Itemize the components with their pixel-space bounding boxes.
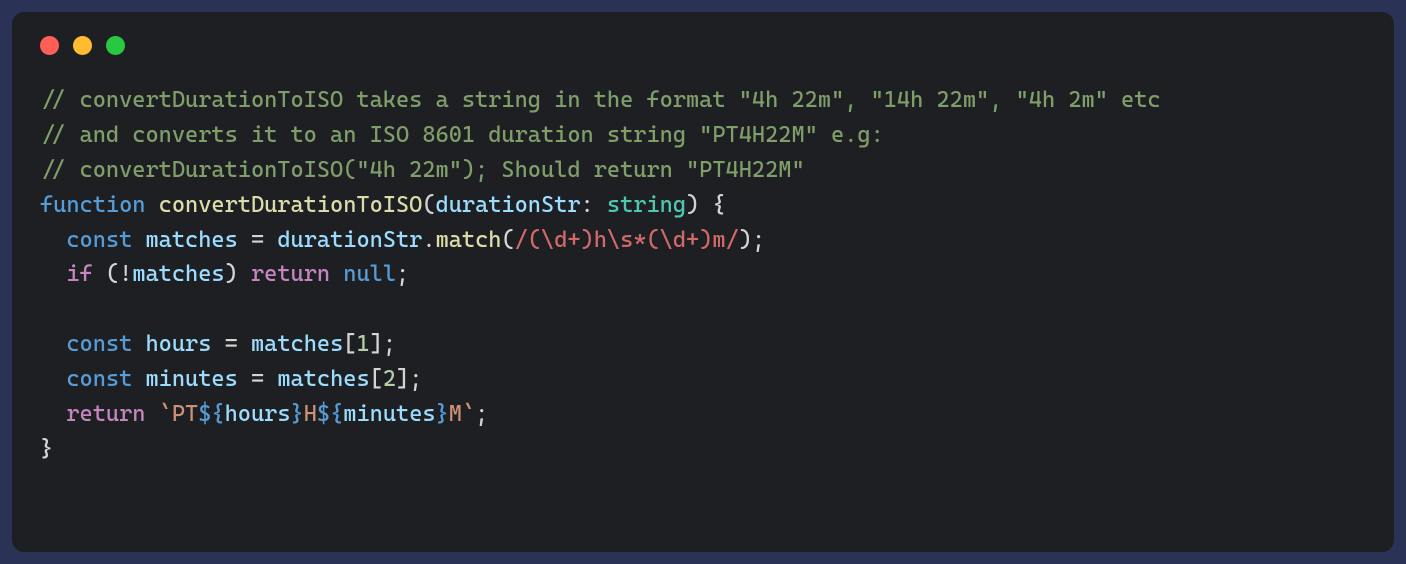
code-token: ]; [370,331,396,357]
code-token: const [66,366,132,392]
code-token: ); [739,227,765,253]
code-window: // convertDurationToISO takes a string i… [12,12,1394,552]
maximize-icon[interactable] [106,36,125,55]
code-token [40,261,66,287]
code-token: ( [501,227,514,253]
code-token: } [436,401,449,427]
code-token: // and converts it to an ISO 8601 durati… [40,122,884,148]
window-controls [40,36,1366,55]
code-token: } [40,436,53,462]
code-token: = [238,227,278,253]
code-token: (! [93,261,133,287]
minimize-icon[interactable] [73,36,92,55]
code-line: const minutes = matches[2]; [40,366,422,392]
code-token: = [211,331,251,357]
code-line: const matches = durationStr.match(/(\d+)… [40,227,765,253]
code-token [132,366,145,392]
code-token: ) [225,261,251,287]
code-token [40,331,66,357]
code-token [145,401,158,427]
code-token: ` [159,401,172,427]
code-token: function [40,192,145,218]
code-token: minutes [145,366,237,392]
code-token [40,401,66,427]
code-token: ]; [396,366,422,392]
code-token: matches [132,261,224,287]
code-block[interactable]: // convertDurationToISO takes a string i… [40,83,1366,467]
code-token: durationStr [436,192,581,218]
code-token: match [436,227,502,253]
code-token: ; [396,261,409,287]
code-token [132,331,145,357]
code-token: ` [462,401,475,427]
code-token: matches [277,366,369,392]
code-token: } [291,401,304,427]
code-token: ; [475,401,488,427]
code-token: string [607,192,686,218]
code-token [40,227,66,253]
code-token: = [238,366,278,392]
code-line: } [40,436,53,462]
code-token [145,192,158,218]
code-token: minutes [343,401,435,427]
code-token: [ [370,366,383,392]
code-token [132,227,145,253]
code-token: const [66,331,132,357]
code-token: matches [251,331,343,357]
code-token: H [304,401,317,427]
code-token: [ [343,331,356,357]
code-token: ( [422,192,435,218]
code-token: null [343,261,396,287]
code-line: const hours = matches[1]; [40,331,396,357]
code-token [40,366,66,392]
code-token: return [66,401,145,427]
code-token: : [581,192,607,218]
code-token: const [66,227,132,253]
code-token [330,261,343,287]
code-token: 1 [356,331,369,357]
code-line: function convertDurationToISO(durationSt… [40,192,726,218]
code-token: M [449,401,462,427]
code-token: . [422,227,435,253]
close-icon[interactable] [40,36,59,55]
code-token: // convertDurationToISO("4h 22m"); Shoul… [40,157,805,183]
code-token: 2 [383,366,396,392]
code-token: hours [225,401,291,427]
code-token: durationStr [277,227,422,253]
code-token: if [66,261,92,287]
code-token: ${ [317,401,343,427]
code-token: return [251,261,330,287]
code-token: /(\d+)h\s*(\d+)m/ [515,227,739,253]
code-token: PT [172,401,198,427]
code-line: return `PT${hours}H${minutes}M`; [40,401,488,427]
code-line: // convertDurationToISO("4h 22m"); Shoul… [40,157,805,183]
code-token: hours [145,331,211,357]
code-token: convertDurationToISO [159,192,423,218]
code-token: ) { [686,192,726,218]
code-token: matches [145,227,237,253]
code-token: // convertDurationToISO takes a string i… [40,87,1161,113]
code-line: if (!matches) return null; [40,261,409,287]
code-token: ${ [198,401,224,427]
code-line: // convertDurationToISO takes a string i… [40,87,1161,113]
code-line: // and converts it to an ISO 8601 durati… [40,122,884,148]
